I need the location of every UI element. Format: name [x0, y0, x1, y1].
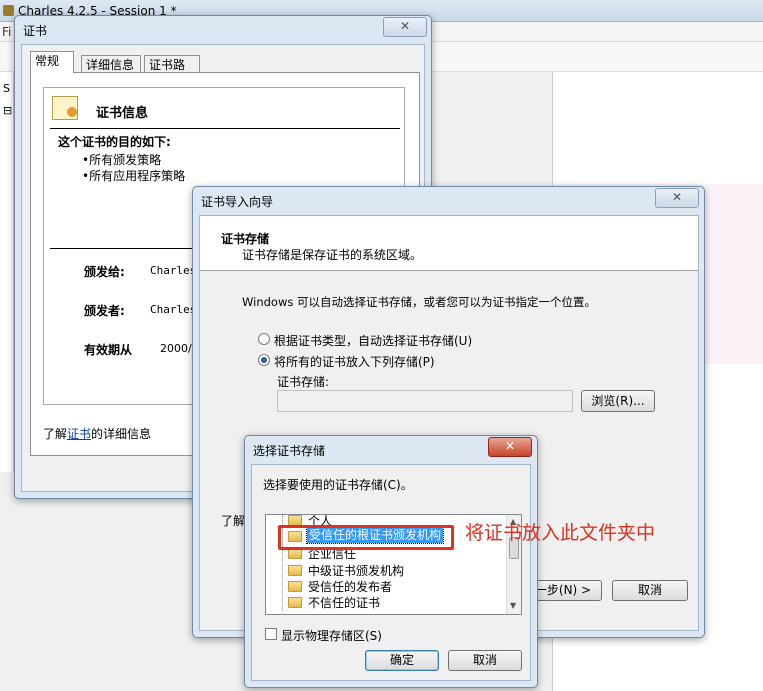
- tab-general[interactable]: 常规: [30, 51, 74, 73]
- cert-info-heading: 证书信息: [96, 106, 149, 121]
- structure-label: S: [3, 82, 10, 95]
- radio-manual-label: 将所有的证书放入下列存储(P): [274, 355, 435, 369]
- scroll-down-icon[interactable]: ▼: [510, 601, 516, 610]
- issued-by-label: 颁发者:: [84, 304, 125, 318]
- select-store-close-button[interactable]: ✕: [488, 437, 532, 457]
- tree-item[interactable]: 不信任的证书: [288, 594, 498, 610]
- charles-structure-panel: S ⊟: [0, 72, 14, 472]
- radio-manual-store[interactable]: [258, 354, 270, 366]
- tab-cert-path[interactable]: 证书路径: [144, 55, 200, 90]
- purpose-item: •所有应用程序策略: [82, 169, 186, 183]
- purpose-heading: 这个证书的目的如下:: [58, 135, 171, 149]
- valid-from-label: 有效期从: [84, 343, 133, 357]
- annotation-text: 将证书放入此文件夹中: [465, 522, 656, 544]
- wizard-header: 证书存储 证书存储是保存证书的系统区域。: [200, 216, 698, 270]
- select-store-cancel-button[interactable]: 取消: [448, 650, 522, 671]
- store-input[interactable]: [277, 390, 573, 412]
- show-physical-checkbox[interactable]: [265, 628, 277, 640]
- radio-auto-label: 根据证书类型，自动选择证书存储(U): [274, 334, 473, 348]
- learn-more: 了解证书的详细信息: [43, 425, 151, 442]
- tree-item-label: 中级证书颁发机构: [308, 564, 405, 578]
- select-store-dialog: 选择证书存储 ✕ 选择要使用的证书存储(C)。 个人 受信任的根证书颁发机构 企…: [244, 435, 538, 688]
- valid-from-value: 2000/: [160, 342, 192, 355]
- wizard-close-button[interactable]: ✕: [655, 188, 699, 208]
- select-store-body: 选择要使用的证书存储(C)。 个人 受信任的根证书颁发机构 企业信任 中级证书颁…: [251, 464, 531, 681]
- folder-icon: [288, 597, 302, 608]
- annotation-highlight-box: [278, 525, 454, 550]
- ok-button[interactable]: 确定: [365, 650, 439, 671]
- header-divider: [200, 270, 698, 271]
- section-title: 证书存储: [221, 232, 270, 246]
- issued-to-label: 颁发给:: [84, 265, 125, 279]
- tree-item-label: 受信任的发布者: [308, 580, 393, 594]
- wizard-learn-more: 了解: [221, 514, 246, 528]
- menu-file-partial[interactable]: Fi: [2, 25, 11, 39]
- folder-icon: [288, 581, 302, 592]
- tree-item[interactable]: 中级证书颁发机构: [288, 562, 498, 578]
- issued-by-value: Charles: [150, 303, 197, 316]
- show-physical-label: 显示物理存储区(S): [281, 629, 382, 643]
- tab-details[interactable]: 详细信息: [81, 55, 141, 73]
- browse-button[interactable]: 浏览(R)...: [581, 390, 655, 412]
- tree-collapse-icon[interactable]: ⊟: [3, 104, 12, 117]
- select-store-title: 选择证书存储: [253, 444, 326, 458]
- section-description: 证书存储是保存证书的系统区域。: [242, 248, 423, 262]
- issued-to-value: Charles: [150, 264, 197, 277]
- tree-item-label: 不信任的证书: [308, 596, 381, 610]
- charles-app-icon: [3, 5, 14, 16]
- heading-divider: [50, 128, 400, 129]
- wizard-cancel-button[interactable]: 取消: [612, 580, 688, 601]
- learn-more-link[interactable]: 证书: [67, 427, 91, 441]
- radio-auto-store[interactable]: [258, 333, 270, 345]
- certificate-window-title: 证书: [23, 24, 48, 38]
- store-label: 证书存储:: [277, 375, 330, 389]
- tree-item[interactable]: 受信任的发布者: [288, 578, 498, 594]
- wizard-intro: Windows 可以自动选择证书存储，或者您可以为证书指定一个位置。: [242, 295, 596, 309]
- learn-more-suffix: 的详细信息: [91, 427, 152, 441]
- certificate-icon: [52, 96, 78, 120]
- wizard-title: 证书导入向导: [201, 195, 274, 209]
- select-store-prompt: 选择要使用的证书存储(C)。: [263, 478, 413, 492]
- learn-more-prefix: 了解: [43, 427, 68, 441]
- purpose-item: •所有颁发策略: [82, 153, 162, 167]
- certificate-close-button[interactable]: ✕: [383, 17, 427, 37]
- folder-icon: [288, 565, 302, 576]
